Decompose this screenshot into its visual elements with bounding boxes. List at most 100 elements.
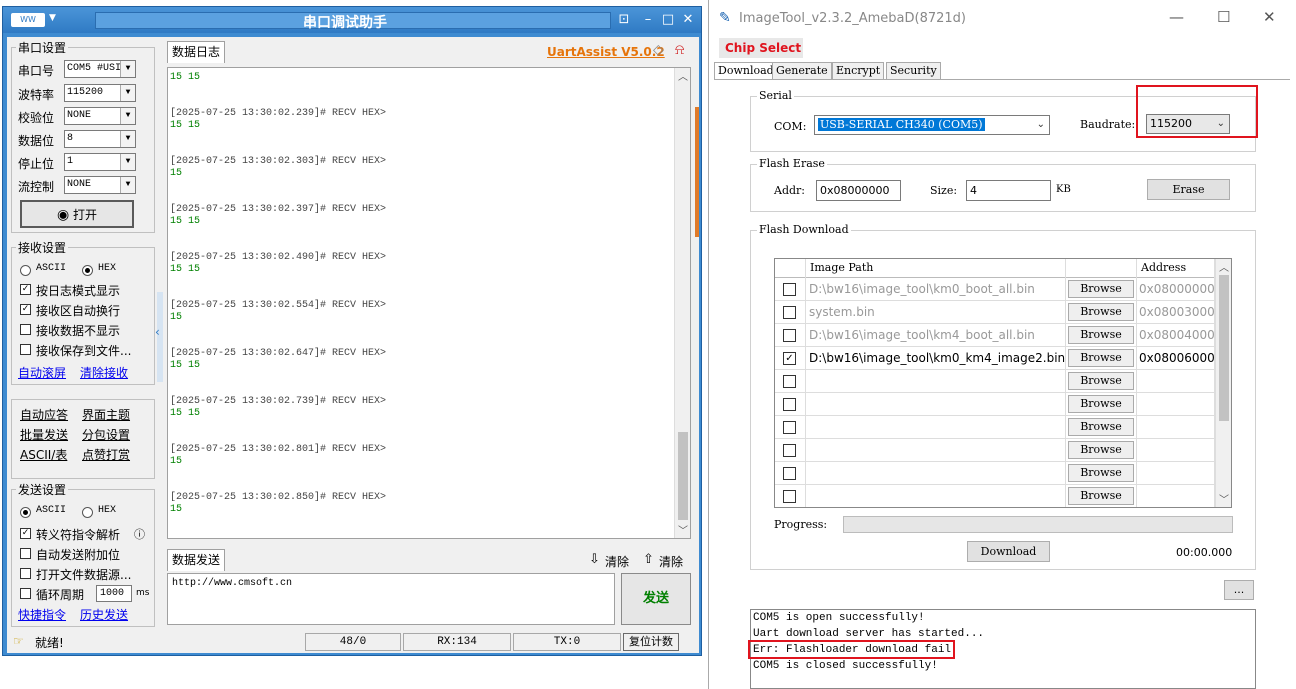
reset-count-button[interactable]: 复位计数 [623, 633, 679, 651]
minimize-icon[interactable]: – [639, 11, 657, 29]
grid-scrollbar[interactable]: ︿ ﹀ [1215, 259, 1231, 507]
erase-button[interactable]: Erase [1147, 179, 1230, 200]
image-path-cell[interactable] [806, 370, 1066, 393]
baud-select[interactable]: 115200 ▼ [64, 84, 136, 102]
stopbits-select[interactable]: 1 ▼ [64, 153, 136, 171]
more-button[interactable]: ... [1224, 580, 1254, 600]
shortcut-link[interactable]: 快捷指令 [18, 606, 66, 623]
image-address-cell[interactable] [1137, 370, 1215, 393]
close-icon[interactable]: ✕ [679, 11, 697, 29]
chip-select-button[interactable]: Chip Select [719, 38, 803, 58]
append-checkbox[interactable] [20, 548, 31, 559]
image-row-checkbox[interactable] [783, 283, 796, 296]
image-path-cell[interactable] [806, 393, 1066, 416]
recv-ascii-radio[interactable] [20, 265, 31, 276]
grid-scroll-thumb[interactable] [1219, 275, 1229, 421]
image-path-cell[interactable]: system.bin [806, 301, 1066, 324]
browse-button[interactable]: Browse [1068, 487, 1134, 505]
brand-link[interactable]: UartAssist V5.0.2 [547, 45, 665, 59]
image-address-cell[interactable]: 0x08003000 [1137, 301, 1215, 324]
auto-reply-link[interactable]: 自动应答 [20, 406, 68, 423]
clear-send-button[interactable]: 清除 [605, 553, 629, 570]
send-button[interactable]: 发送 [621, 573, 691, 625]
log-scrollbar[interactable]: ︿ ﹀ [674, 68, 690, 538]
image-address-cell[interactable] [1137, 462, 1215, 485]
scroll-down-icon[interactable]: ﹀ [678, 522, 688, 538]
send-textarea[interactable]: http://www.cmsoft.cn [167, 573, 615, 625]
erase-size-input[interactable]: 4 [966, 180, 1051, 201]
send-ascii-radio[interactable] [20, 507, 31, 518]
browse-button[interactable]: Browse [1068, 418, 1134, 436]
batch-send-link[interactable]: 批量发送 [20, 426, 68, 443]
receive-log-area[interactable]: 15 15 [2025-07-25 13:30:02.239]# RECV HE… [167, 67, 691, 539]
image-row-checkbox[interactable] [783, 398, 796, 411]
autoscroll-link[interactable]: 自动滚屏 [18, 364, 66, 381]
hide-data-checkbox[interactable] [20, 324, 31, 335]
browse-button[interactable]: Browse [1068, 395, 1134, 413]
image-path-cell[interactable]: D:\bw16\image_tool\km0_km4_image2.bin [806, 347, 1066, 370]
browse-button[interactable]: Browse [1068, 372, 1134, 390]
browse-button[interactable]: Browse [1068, 464, 1134, 482]
image-row-checkbox[interactable] [783, 306, 796, 319]
loop-checkbox[interactable] [20, 588, 31, 599]
tab-download[interactable]: Download [714, 62, 778, 80]
tab-encrypt[interactable]: Encrypt [832, 62, 885, 79]
browse-button[interactable]: Browse [1068, 349, 1134, 367]
send-hex-radio[interactable] [82, 507, 93, 518]
menu-arrow-icon[interactable]: ▼ [49, 13, 56, 23]
ascii-table-link[interactable]: ASCII/表 [20, 446, 67, 463]
scroll-down-icon[interactable]: ﹀ [1219, 491, 1229, 506]
tip-link[interactable]: 点赞打赏 [82, 446, 130, 463]
com-select[interactable]: USB-SERIAL CH340 (COM5) ⌄ [814, 115, 1050, 135]
image-row-checkbox[interactable] [783, 467, 796, 480]
close-icon[interactable]: ✕ [1263, 8, 1276, 26]
chevron-left-icon[interactable]: ‹ [155, 325, 160, 339]
image-address-cell[interactable]: 0x08000000 [1137, 278, 1215, 301]
image-path-cell[interactable] [806, 485, 1066, 507]
image-address-cell[interactable] [1137, 485, 1215, 507]
maximize-icon[interactable]: □ [659, 11, 677, 29]
clear-recv-link[interactable]: 清除接收 [80, 364, 128, 381]
tab-data-log[interactable]: 数据日志 [167, 41, 225, 63]
packet-link[interactable]: 分包设置 [82, 426, 130, 443]
scroll-up-icon[interactable]: ︿ [1219, 259, 1229, 274]
image-address-cell[interactable] [1137, 393, 1215, 416]
port-select[interactable]: COM5 #USI ▼ [64, 60, 136, 78]
image-path-cell[interactable]: D:\bw16\image_tool\km4_boot_all.bin [806, 324, 1066, 347]
save-file-checkbox[interactable] [20, 344, 31, 355]
recv-hex-radio[interactable] [82, 265, 93, 276]
bell-icon[interactable]: ⍾ [675, 42, 684, 58]
clear-log-button[interactable]: 清除 [659, 553, 683, 570]
image-path-cell[interactable] [806, 462, 1066, 485]
image-address-cell[interactable] [1137, 416, 1215, 439]
erase-addr-input[interactable]: 0x08000000 [816, 180, 901, 201]
minimize-icon[interactable]: — [1169, 8, 1184, 26]
browse-button[interactable]: Browse [1068, 303, 1134, 321]
uartassist-titlebar[interactable]: WW ▼ 串口调试助手 ⊡ – □ ✕ [3, 7, 701, 33]
history-link[interactable]: 历史发送 [80, 606, 128, 623]
browse-button[interactable]: Browse [1068, 280, 1134, 298]
pin-icon[interactable]: ⊡ [615, 11, 633, 29]
databits-select[interactable]: 8 ▼ [64, 130, 136, 148]
open-port-button[interactable]: ◉ 打开 [20, 200, 134, 228]
image-row-checkbox[interactable] [783, 490, 796, 503]
maximize-icon[interactable]: ☐ [1217, 8, 1230, 26]
download-button[interactable]: Download [967, 541, 1050, 562]
log-scroll-thumb[interactable] [678, 432, 688, 520]
tab-generate[interactable]: Generate [772, 62, 832, 79]
image-row-checkbox[interactable] [783, 375, 796, 388]
image-row-checkbox[interactable] [783, 421, 796, 434]
theme-link[interactable]: 界面主题 [82, 406, 130, 423]
file-source-checkbox[interactable] [20, 568, 31, 579]
image-path-cell[interactable] [806, 439, 1066, 462]
tab-data-send[interactable]: 数据发送 [167, 549, 225, 571]
browse-button[interactable]: Browse [1068, 441, 1134, 459]
browse-button[interactable]: Browse [1068, 326, 1134, 344]
image-row-checkbox[interactable] [783, 444, 796, 457]
scroll-up-icon[interactable]: ︿ [678, 68, 688, 84]
image-address-cell[interactable]: 0x08004000 [1137, 324, 1215, 347]
flow-select[interactable]: NONE ▼ [64, 176, 136, 194]
auto-wrap-checkbox[interactable]: ✓ [20, 304, 31, 315]
image-path-cell[interactable] [806, 416, 1066, 439]
loop-period-input[interactable]: 1000 [96, 585, 132, 602]
